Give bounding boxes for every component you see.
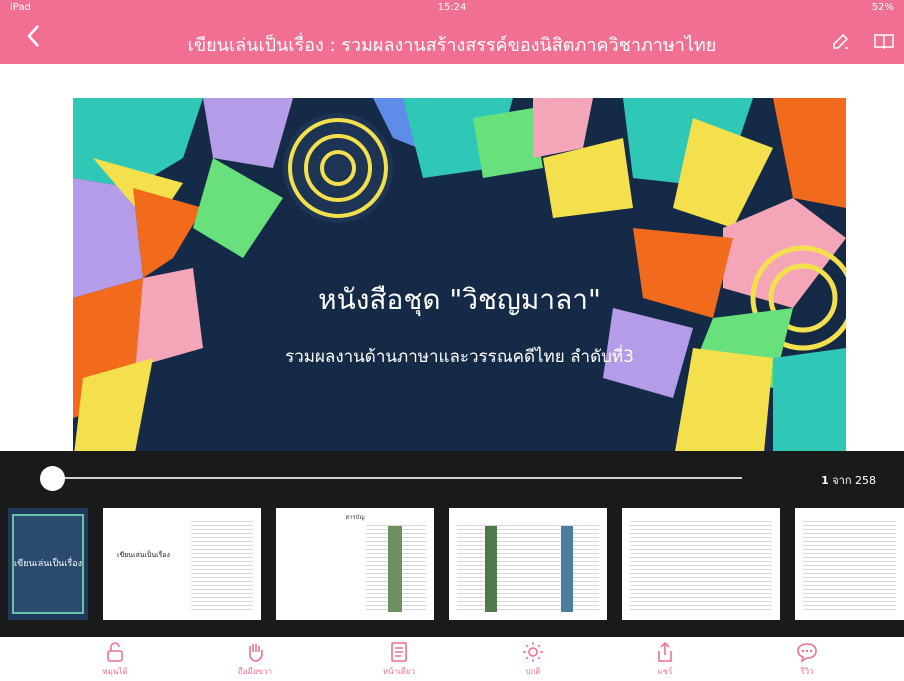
open-book-icon bbox=[874, 34, 894, 50]
thumbnail-page[interactable] bbox=[449, 508, 607, 620]
share-icon bbox=[658, 641, 672, 662]
tab-hand[interactable]: ถือมือขวา bbox=[220, 641, 290, 678]
tab-label: ถือมือขวา bbox=[237, 667, 273, 676]
tab-rotation-lock[interactable]: หมุนได้ bbox=[80, 641, 150, 678]
battery-label: 52% bbox=[871, 2, 894, 13]
thumbnail-page[interactable]: เขียนเล่นเป็นเรื่อง bbox=[103, 508, 261, 620]
review-bubble-icon bbox=[797, 643, 817, 663]
chevron-left-icon bbox=[27, 25, 39, 47]
hand-icon bbox=[249, 644, 263, 662]
page-counter: 1 จาก 258 bbox=[821, 471, 876, 489]
single-page-icon bbox=[391, 642, 407, 662]
clock: 15:24 bbox=[437, 2, 467, 13]
status-bar: iPad 15:24 52% bbox=[0, 2, 904, 16]
nav-bar: เขียนเล่นเป็นเรื่อง : รวมผลงานสร้างสรรค์… bbox=[0, 20, 904, 64]
back-button[interactable] bbox=[26, 24, 40, 54]
tab-label: หน้าเดียว bbox=[382, 667, 416, 676]
tab-label: ปกติ bbox=[525, 667, 541, 676]
tab-label: รีวิว bbox=[800, 667, 814, 676]
top-bar: iPad 15:24 52% เขียนเล่นเป็นเรื่อง : รวม… bbox=[0, 0, 904, 64]
unlock-rotation-icon bbox=[107, 642, 123, 662]
thumbnail-toc-label: สารบัญ bbox=[345, 514, 365, 521]
thumbnail-page[interactable]: สารบัญ bbox=[276, 508, 434, 620]
pencil-icon bbox=[833, 33, 849, 49]
thumbnail-strip[interactable]: เขียนเล่นเป็นเรื่อง เขียนเล่นเป็นเรื่อง … bbox=[0, 508, 904, 620]
thumbnail-cover-label: เขียนเล่นเป็นเรื่อง bbox=[13, 559, 83, 569]
thumbnail-page[interactable] bbox=[795, 508, 904, 620]
thumbnail-cover[interactable]: เขียนเล่นเป็นเรื่อง bbox=[8, 508, 88, 620]
page-slider-thumb[interactable] bbox=[40, 466, 65, 491]
edit-button[interactable] bbox=[832, 32, 850, 54]
tab-review[interactable]: รีวิว bbox=[772, 641, 842, 678]
total-pages-label: จาก 258 bbox=[832, 474, 876, 487]
thumbnail-title-label: เขียนเล่นเป็นเรื่อง bbox=[117, 551, 170, 559]
book-page[interactable]: หนังสือชุด "วิชญมาลา" รวมผลงานด้านภาษาแล… bbox=[73, 98, 846, 463]
page-subtitle: รวมผลงานด้านภาษาและวรรณคดีไทย ลำดับที่3 bbox=[285, 347, 634, 367]
tab-label: หมุนได้ bbox=[102, 667, 128, 676]
tab-brightness[interactable]: ปกติ bbox=[498, 641, 568, 678]
tab-label: แชร์ bbox=[657, 667, 673, 676]
tab-single-page[interactable]: หน้าเดียว bbox=[364, 641, 434, 678]
page-title: หนังสือชุด "วิชญมาลา" bbox=[318, 283, 601, 316]
thumbnail-page[interactable] bbox=[622, 508, 780, 620]
reading-mode-button[interactable] bbox=[874, 32, 894, 54]
page-slider-track[interactable] bbox=[52, 477, 742, 479]
bottom-toolbar: หมุนได้ ถือมือขวา หน้าเดียว ปกติ แชร์ รี… bbox=[0, 637, 904, 681]
brightness-icon bbox=[523, 642, 543, 662]
current-page-number: 1 bbox=[821, 474, 829, 487]
tab-share[interactable]: แชร์ bbox=[630, 641, 700, 678]
book-title: เขียนเล่นเป็นเรื่อง : รวมผลงานสร้างสรรค์… bbox=[187, 35, 717, 56]
